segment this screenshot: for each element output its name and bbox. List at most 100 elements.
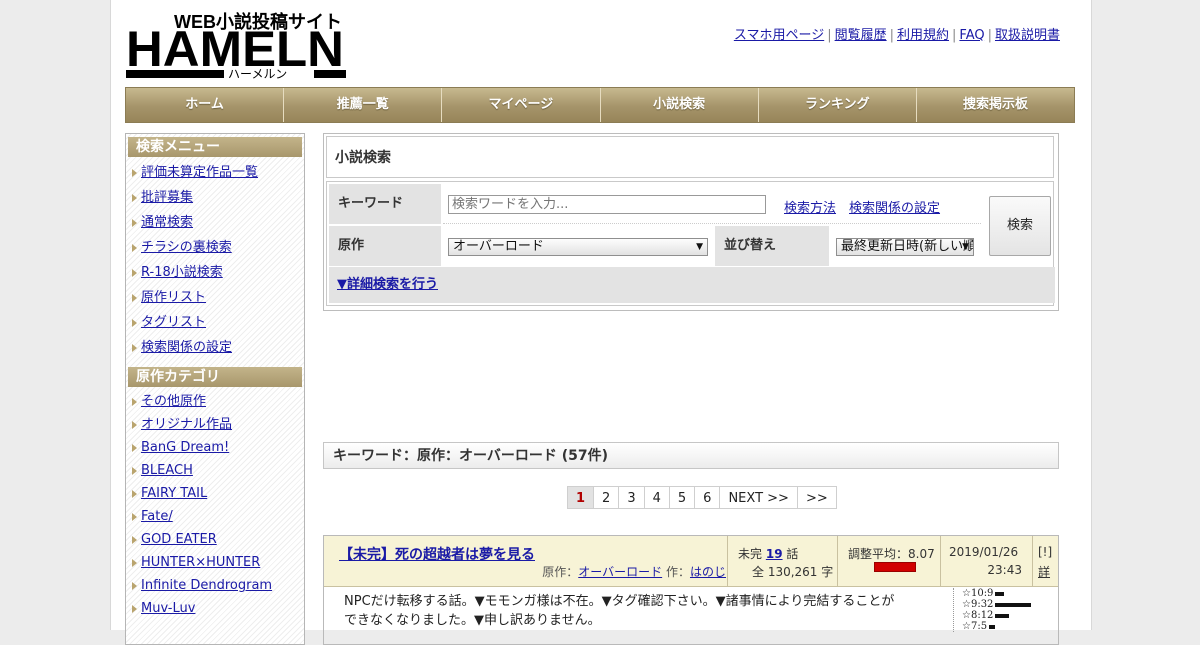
sidebar-item: 批評募集 xyxy=(126,185,304,210)
faq-link[interactable]: FAQ xyxy=(959,28,984,43)
hameln-logo[interactable]: WEB小説投稿サイト HAMELN ハーメルン xyxy=(126,10,346,81)
category-link[interactable]: オリジナル作品 xyxy=(141,417,232,432)
svg-text:ハーメルン: ハーメルン xyxy=(228,67,287,80)
manual-link[interactable]: 取扱説明書 xyxy=(995,28,1060,43)
keyword-input[interactable] xyxy=(448,195,766,214)
score-bar xyxy=(995,613,1010,618)
smartphone-link[interactable]: スマホ用ページ xyxy=(734,28,824,43)
novel-title-link[interactable]: 【未完】死の超越者は夢を見る xyxy=(339,544,535,564)
nav-home[interactable]: ホーム xyxy=(126,88,285,122)
divider: | xyxy=(827,28,832,43)
score-row: ☆8:12 xyxy=(962,610,1062,621)
category-item: BLEACH xyxy=(126,459,304,482)
results-summary: キーワード：原作：オーバーロード (57件) xyxy=(323,442,1059,469)
episode-cell: 未完 19 話 全 130,261 字 xyxy=(727,536,837,586)
update-date: 2019/01/26 xyxy=(949,545,1019,559)
page: WEB小説投稿サイト HAMELN ハーメルン スマホ用ページ | 閲覧履歴 | 利用規… xyxy=(110,0,1092,645)
sort-select[interactable]: 最終更新日時(新しい順) ▼ xyxy=(836,238,974,256)
page-5[interactable]: 5 xyxy=(668,486,696,509)
nav-novel-search[interactable]: 小説検索 xyxy=(601,88,759,122)
score-bar xyxy=(995,602,1032,607)
rating-bar xyxy=(874,562,916,572)
sidebar-link-critique[interactable]: 批評募集 xyxy=(141,190,193,205)
category-item: HUNTER×HUNTER xyxy=(126,551,304,574)
novel-meta: 原作：オーバーロード 作：はのじ xyxy=(542,563,726,580)
sidebar-link-original-list[interactable]: 原作リスト xyxy=(141,290,206,305)
sidebar-item: 原作リスト xyxy=(126,285,304,310)
category-list: その他原作 オリジナル作品 BanG Dream! BLEACH FAIRY T… xyxy=(126,387,304,624)
category-link[interactable]: BanG Dream! xyxy=(141,440,229,455)
category-link[interactable]: FAIRY TAIL xyxy=(141,486,207,501)
sidebar-item: 通常検索 xyxy=(126,210,304,235)
history-link[interactable]: 閲覧履歴 xyxy=(835,28,887,43)
score-label: ☆9:32 xyxy=(962,599,994,610)
novel-summary: NPCだけ転移する話。▼モモンガ様は不在。▼タグ確認下さい。▼諸事情により完結す… xyxy=(344,594,895,628)
logo-graphic: WEB小説投稿サイト HAMELN ハーメルン xyxy=(126,11,346,81)
score-label: ☆8:12 xyxy=(962,610,994,621)
sidebar-link-search-settings[interactable]: 検索関係の設定 xyxy=(141,340,232,355)
sidebar-link-tag-list[interactable]: タグリスト xyxy=(141,315,206,330)
sidebar-link-normal-search[interactable]: 通常検索 xyxy=(141,215,193,230)
original-prefix: 原作： xyxy=(542,565,579,579)
author-link[interactable]: はのじ xyxy=(690,565,726,579)
search-form: キーワード 検索方法 検索関係の設定 原作 オーバーロード ▼ 並び替え 最終更… xyxy=(326,181,1055,306)
category-link[interactable]: BLEACH xyxy=(141,463,193,478)
search-help-link[interactable]: 検索方法 xyxy=(784,197,836,216)
page-next[interactable]: NEXT >> xyxy=(719,486,798,509)
score-distribution: ☆10:9 ☆9:32 ☆8:12 ☆7:5 xyxy=(953,588,1062,632)
sort-label: 並び替え xyxy=(715,226,829,266)
search-settings-link[interactable]: 検索関係の設定 xyxy=(849,197,940,216)
page-4[interactable]: 4 xyxy=(643,486,670,509)
advanced-search-row: ▼詳細検索を行う xyxy=(329,267,1055,303)
page-1-current[interactable]: 1 xyxy=(567,486,595,509)
nav-recommendations[interactable]: 推薦一覧 xyxy=(284,88,443,122)
divider: | xyxy=(987,28,992,43)
search-menu-heading: 検索メニュー xyxy=(128,137,302,157)
page-3[interactable]: 3 xyxy=(618,486,645,509)
category-item: Infinite Dendrogram xyxy=(126,574,304,597)
divider: | xyxy=(889,28,894,43)
sidebar-link-chirashi[interactable]: チラシの裏検索 xyxy=(141,240,232,255)
flag-cell: [!] 詳 xyxy=(1032,536,1058,586)
nav-ranking[interactable]: ランキング xyxy=(759,88,917,122)
date-cell: 2019/01/26 23:43 xyxy=(940,536,1032,586)
advanced-search-link[interactable]: ▼詳細検索を行う xyxy=(337,277,438,292)
novel-entry-header: 【未完】死の超越者は夢を見る 原作：オーバーロード 作：はのじ 未完 19 話 … xyxy=(324,536,1058,587)
category-link[interactable]: Muv-Luv xyxy=(141,601,195,616)
nav-mypage[interactable]: マイページ xyxy=(442,88,601,122)
search-panel-title: 小説検索 xyxy=(326,136,1054,178)
page-6[interactable]: 6 xyxy=(694,486,721,509)
episodes-link[interactable]: 19 xyxy=(766,547,783,561)
episodes-unit: 話 xyxy=(786,547,799,561)
category-link[interactable]: Fate/ xyxy=(141,509,173,524)
sidebar-link-unrated[interactable]: 評価未算定作品一覧 xyxy=(141,165,258,180)
pagination: 1 2 3 4 5 6 NEXT >> >> xyxy=(567,486,837,509)
score-label: ☆7:5 xyxy=(962,621,988,632)
page-last[interactable]: >> xyxy=(796,486,837,509)
sidebar-item: チラシの裏検索 xyxy=(126,235,304,260)
score-bar xyxy=(995,591,1005,596)
original-select-value: オーバーロード xyxy=(453,239,544,254)
nav-search-board[interactable]: 捜索掲示板 xyxy=(917,88,1074,122)
status-text: 未完 xyxy=(738,547,763,561)
keyword-label: キーワード xyxy=(329,184,441,224)
original-select[interactable]: オーバーロード ▼ xyxy=(448,238,708,256)
sidebar-item: 検索関係の設定 xyxy=(126,335,304,360)
top-links: スマホ用ページ | 閲覧履歴 | 利用規約 | FAQ | 取扱説明書 xyxy=(731,24,1063,43)
detail-link[interactable]: 詳 xyxy=(1038,563,1050,580)
category-link[interactable]: GOD EATER xyxy=(141,532,217,547)
category-link[interactable]: その他原作 xyxy=(141,394,206,409)
score-label: ☆10:9 xyxy=(962,588,994,599)
category-item: GOD EATER xyxy=(126,528,304,551)
sidebar-link-r18[interactable]: R-18小説検索 xyxy=(141,265,223,280)
sidebar-item: タグリスト xyxy=(126,310,304,335)
category-link[interactable]: HUNTER×HUNTER xyxy=(141,555,260,570)
search-button[interactable]: 検索 xyxy=(989,196,1051,256)
category-link[interactable]: Infinite Dendrogram xyxy=(141,578,272,593)
rating-cell: 調整平均：8.07 xyxy=(837,536,940,586)
dropdown-arrow-icon: ▼ xyxy=(696,242,703,252)
terms-link[interactable]: 利用規約 xyxy=(897,28,949,43)
char-count: 全 130,261 字 xyxy=(752,565,834,579)
original-link[interactable]: オーバーロード xyxy=(578,565,662,579)
page-2[interactable]: 2 xyxy=(593,486,620,509)
